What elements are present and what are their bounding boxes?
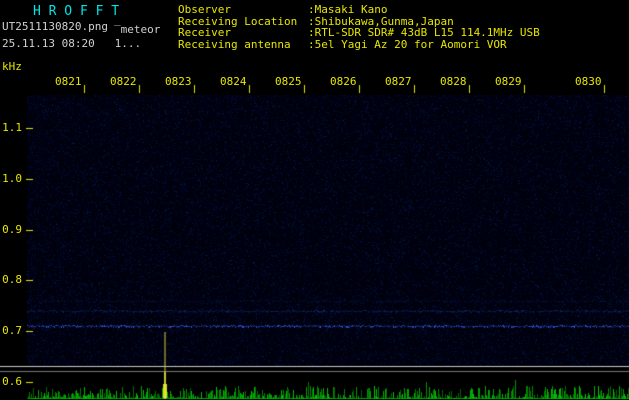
app-title: H R O F F T (33, 4, 120, 19)
time-tick-label: 0828 (440, 75, 467, 88)
time-tick-label: 0826 (330, 75, 357, 88)
spectrogram-canvas (0, 0, 629, 400)
time-tick-label: 0823 (165, 75, 192, 88)
freq-tick-label: 1.1 (2, 121, 22, 134)
time-tick-label: 0830 (575, 75, 602, 88)
info-label: Observer (178, 3, 231, 16)
mode-label: ‾meteor (114, 23, 161, 36)
output-filename: UT2511130820.png (2, 20, 108, 33)
time-tick-label: 0829 (495, 75, 522, 88)
time-tick-label: 0824 (220, 75, 247, 88)
time-tick-label: 0825 (275, 75, 302, 88)
y-axis-unit-label: kHz (2, 60, 22, 73)
info-value: :5el Yagi Az 20 for Aomori VOR (308, 37, 507, 51)
hrofft-window: H R O F F T UT2511130820.png ‾meteor 25.… (0, 0, 629, 400)
freq-tick-label: 0.7 (2, 324, 22, 337)
freq-tick-label: 0.9 (2, 223, 22, 236)
time-tick-label: 0827 (385, 75, 412, 88)
info-label: Receiving antenna (178, 37, 291, 51)
freq-tick-label: 1.0 (2, 172, 22, 185)
info-row: Receiving antenna :5el Yagi Az 20 for Aom… (178, 37, 540, 51)
freq-tick-label: 0.8 (2, 273, 22, 286)
station-info-table: Observer:Masaki Kano Receiving Location:S… (178, 4, 540, 50)
time-tick-label: 0821 (55, 75, 82, 88)
freq-tick-label: 0.6 (2, 375, 22, 388)
datetime-line: 25.11.13 08:20 1... (2, 37, 142, 50)
time-tick-label: 0822 (110, 75, 137, 88)
